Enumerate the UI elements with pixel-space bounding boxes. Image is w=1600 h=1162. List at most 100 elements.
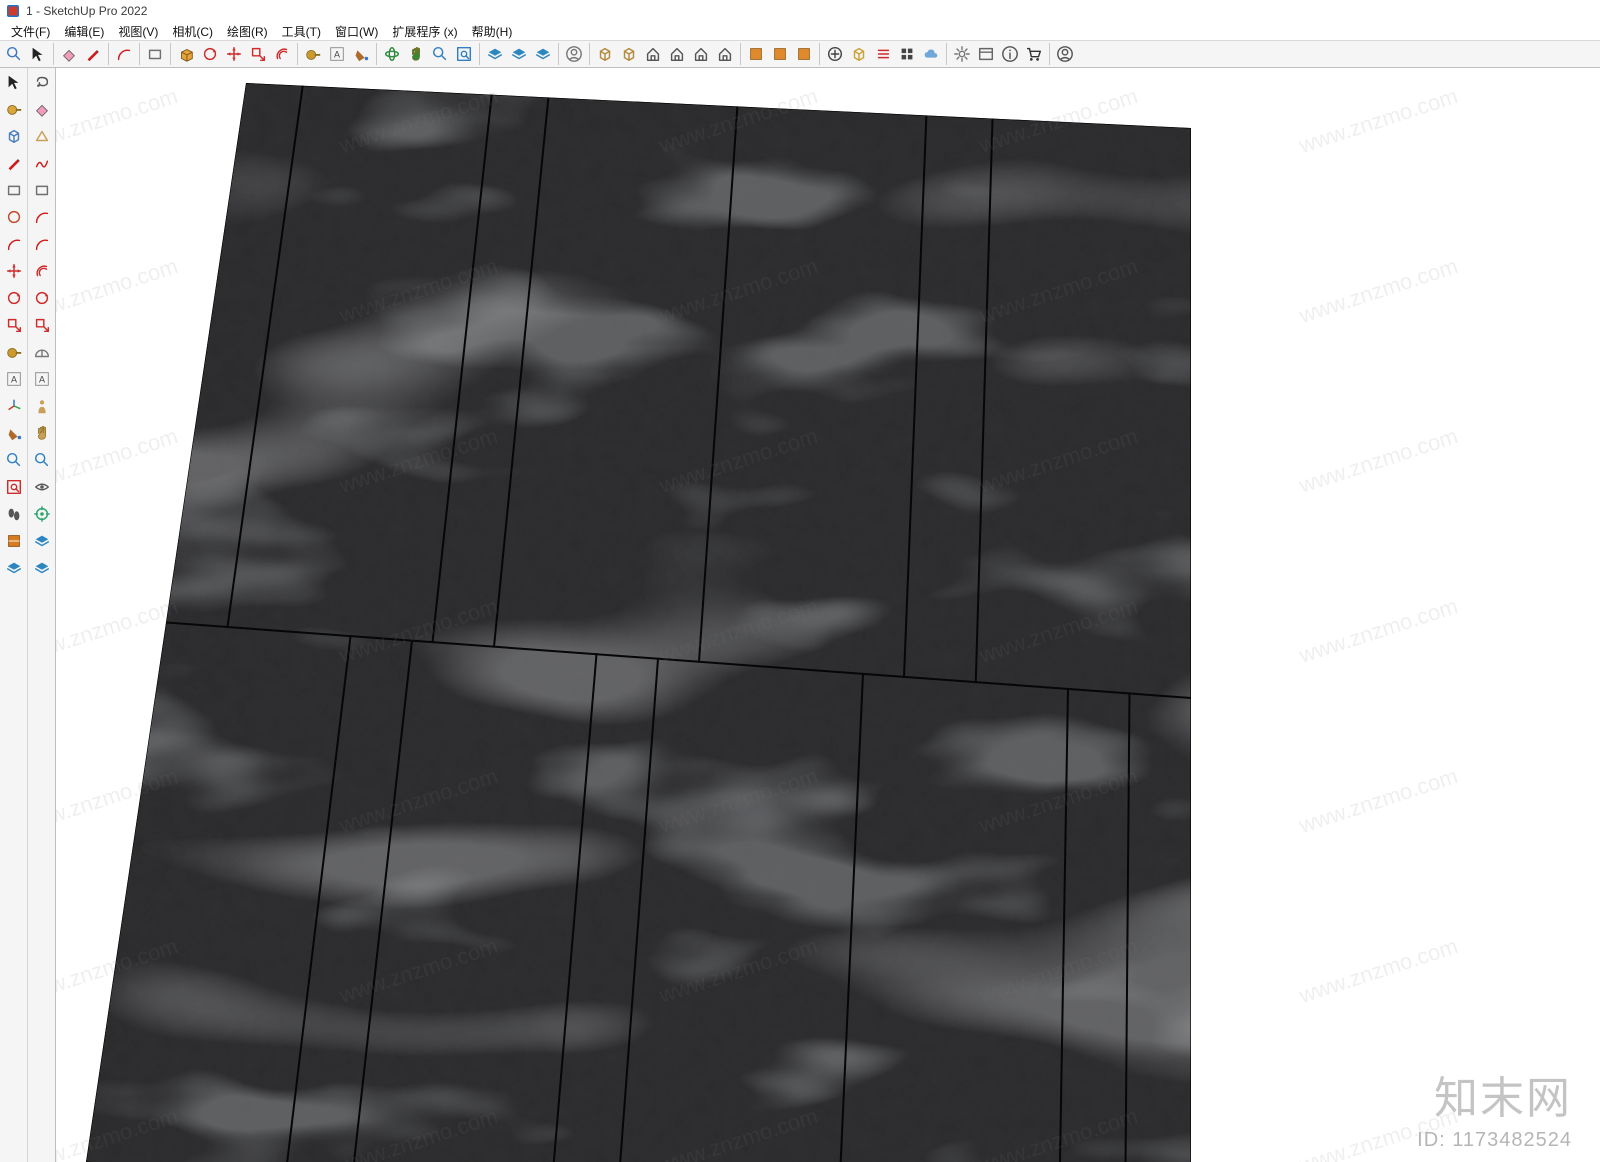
menu-help[interactable]: 帮助(H) bbox=[465, 22, 520, 41]
svg-text:A: A bbox=[11, 375, 17, 385]
layers2-icon[interactable] bbox=[30, 529, 54, 553]
watermark-brand: 知末网 bbox=[1434, 1062, 1572, 1126]
scale-icon[interactable] bbox=[2, 313, 26, 337]
home-c-icon[interactable] bbox=[689, 42, 713, 66]
orbit-icon[interactable] bbox=[380, 42, 404, 66]
zoom-icon[interactable] bbox=[2, 448, 26, 472]
scale2-icon[interactable] bbox=[30, 313, 54, 337]
person-icon[interactable] bbox=[30, 394, 54, 418]
layers3-icon[interactable] bbox=[30, 556, 54, 580]
paint-icon[interactable] bbox=[349, 42, 373, 66]
menu-window[interactable]: 窗口(W) bbox=[328, 22, 385, 41]
add-circle-icon[interactable] bbox=[823, 42, 847, 66]
pencil-icon[interactable] bbox=[81, 42, 105, 66]
menu-tools[interactable]: 工具(T) bbox=[275, 22, 328, 41]
arc2-icon[interactable] bbox=[30, 205, 54, 229]
look-icon[interactable] bbox=[30, 475, 54, 499]
box-a-icon[interactable] bbox=[593, 42, 617, 66]
zoom2-icon[interactable] bbox=[30, 448, 54, 472]
gear-icon[interactable] bbox=[950, 42, 974, 66]
box-b-icon[interactable] bbox=[617, 42, 641, 66]
select-icon[interactable] bbox=[2, 70, 26, 94]
menu-view[interactable]: 视图(V) bbox=[111, 22, 165, 41]
window-title: 1 - SketchUp Pro 2022 bbox=[26, 4, 147, 18]
rotate-icon[interactable] bbox=[2, 286, 26, 310]
eraser-icon[interactable] bbox=[30, 97, 54, 121]
text-label-icon[interactable]: A bbox=[325, 42, 349, 66]
home-a-icon[interactable] bbox=[641, 42, 665, 66]
cart-icon[interactable] bbox=[1022, 42, 1046, 66]
layers1-icon[interactable] bbox=[2, 556, 26, 580]
lasso-icon[interactable] bbox=[30, 70, 54, 94]
home-d-icon[interactable] bbox=[713, 42, 737, 66]
follow-icon[interactable] bbox=[30, 286, 54, 310]
toolbar-separator bbox=[170, 43, 171, 65]
cloud-icon[interactable] bbox=[919, 42, 943, 66]
zoom-extents-icon[interactable] bbox=[452, 42, 476, 66]
text-icon[interactable]: A bbox=[2, 367, 26, 391]
rectangle-icon[interactable] bbox=[143, 42, 167, 66]
orange-sq-a-icon[interactable] bbox=[744, 42, 768, 66]
side-toolbar-col-2: A bbox=[27, 68, 55, 1162]
pencil-icon[interactable] bbox=[2, 151, 26, 175]
styles-icon[interactable] bbox=[30, 124, 54, 148]
walk-icon[interactable] bbox=[2, 502, 26, 526]
menu-camera[interactable]: 相机(C) bbox=[165, 22, 220, 41]
arc-icon[interactable] bbox=[112, 42, 136, 66]
info-icon[interactable] bbox=[998, 42, 1022, 66]
pan-icon[interactable] bbox=[404, 42, 428, 66]
orange-sq-c-icon[interactable] bbox=[792, 42, 816, 66]
svg-text:A: A bbox=[334, 50, 340, 60]
tape-icon[interactable] bbox=[301, 42, 325, 66]
rect2-icon[interactable] bbox=[30, 178, 54, 202]
grid-icon[interactable] bbox=[895, 42, 919, 66]
rect-icon[interactable] bbox=[2, 178, 26, 202]
menu-file[interactable]: 文件(F) bbox=[4, 22, 57, 41]
menubar: 文件(F) 编辑(E) 视图(V) 相机(C) 绘图(R) 工具(T) 窗口(W… bbox=[0, 22, 1600, 40]
component-icon[interactable] bbox=[2, 124, 26, 148]
arc3-icon[interactable] bbox=[30, 232, 54, 256]
offset-icon[interactable] bbox=[30, 259, 54, 283]
rotate-icon[interactable] bbox=[198, 42, 222, 66]
paint-icon[interactable] bbox=[2, 421, 26, 445]
tape2-icon[interactable] bbox=[2, 340, 26, 364]
toolbar-separator bbox=[946, 43, 947, 65]
menu-draw[interactable]: 绘图(R) bbox=[220, 22, 275, 41]
menu-ext[interactable]: 扩展程序 (x) bbox=[385, 22, 464, 41]
eraser-icon[interactable] bbox=[57, 42, 81, 66]
circle-icon[interactable] bbox=[2, 205, 26, 229]
warehouse-icon[interactable] bbox=[847, 42, 871, 66]
freehand-icon[interactable] bbox=[30, 151, 54, 175]
list-icon[interactable] bbox=[871, 42, 895, 66]
layers-b-icon[interactable] bbox=[507, 42, 531, 66]
profile-icon[interactable] bbox=[1053, 42, 1077, 66]
layers-a-icon[interactable] bbox=[483, 42, 507, 66]
pushpull-icon[interactable] bbox=[174, 42, 198, 66]
search-icon[interactable] bbox=[2, 42, 26, 66]
zoom-icon[interactable] bbox=[428, 42, 452, 66]
home-b-icon[interactable] bbox=[665, 42, 689, 66]
move-icon[interactable] bbox=[222, 42, 246, 66]
move-icon[interactable] bbox=[2, 259, 26, 283]
watermark-id: ID: 1173482524 bbox=[1417, 1129, 1572, 1152]
hand-icon[interactable] bbox=[30, 421, 54, 445]
select-icon[interactable] bbox=[26, 42, 50, 66]
layers-c-icon[interactable] bbox=[531, 42, 555, 66]
dim-icon[interactable]: A bbox=[30, 367, 54, 391]
arc-icon[interactable] bbox=[2, 232, 26, 256]
window-icon[interactable] bbox=[974, 42, 998, 66]
protractor-icon[interactable] bbox=[30, 340, 54, 364]
orange-sq-b-icon[interactable] bbox=[768, 42, 792, 66]
zoomext-icon[interactable] bbox=[2, 475, 26, 499]
position-icon[interactable] bbox=[30, 502, 54, 526]
axes-icon[interactable] bbox=[2, 394, 26, 418]
viewport[interactable]: www.znzmo.comwww.znzmo.comwww.znzmo.comw… bbox=[56, 68, 1600, 1162]
offset-icon[interactable] bbox=[270, 42, 294, 66]
sketchup-app-icon bbox=[6, 4, 20, 18]
menu-edit[interactable]: 编辑(E) bbox=[57, 22, 111, 41]
tape-icon[interactable] bbox=[2, 97, 26, 121]
scale-icon[interactable] bbox=[246, 42, 270, 66]
section-icon[interactable] bbox=[2, 529, 26, 553]
svg-text:A: A bbox=[39, 375, 45, 385]
user-icon[interactable] bbox=[562, 42, 586, 66]
